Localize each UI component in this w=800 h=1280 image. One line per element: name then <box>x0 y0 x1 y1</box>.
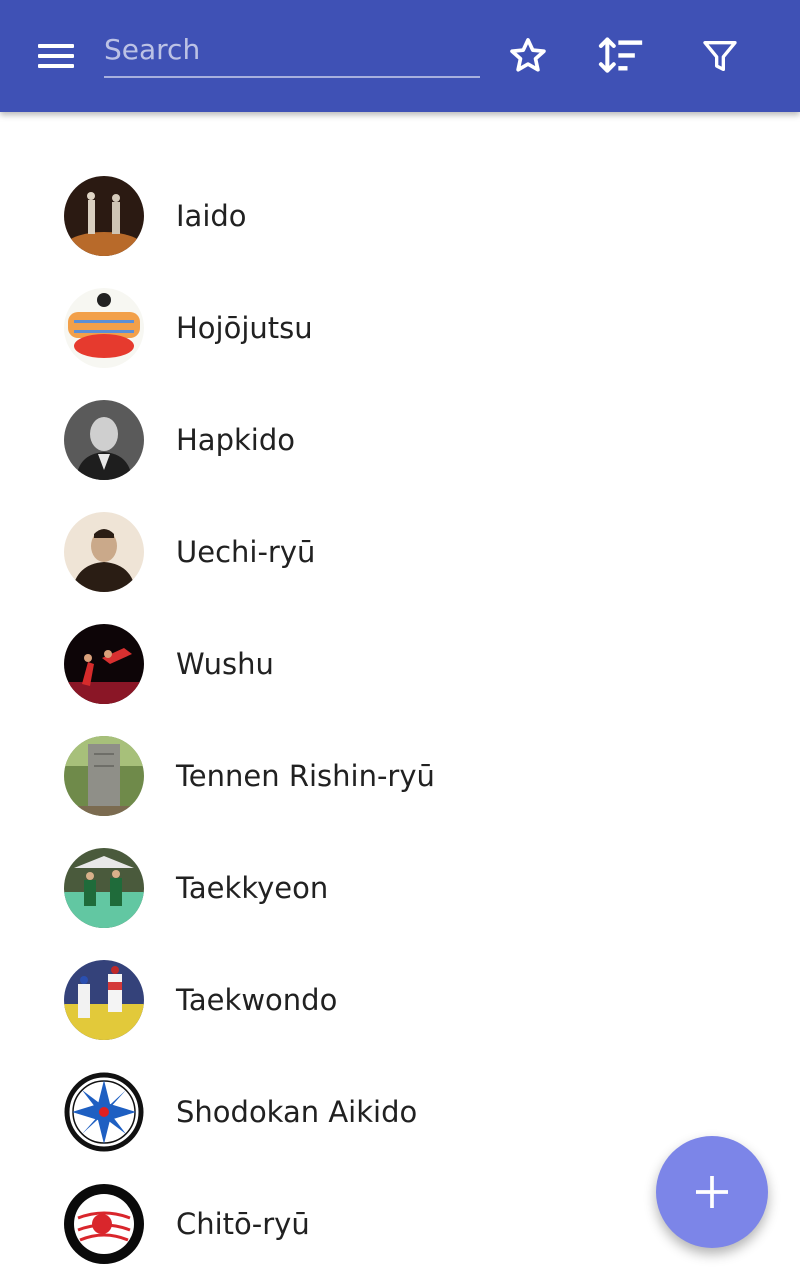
list-item-label: Iaido <box>176 199 247 233</box>
list-item[interactable]: Uechi-ryū <box>0 496 800 608</box>
list-item-label: Hojōjutsu <box>176 311 313 345</box>
avatar <box>64 960 144 1040</box>
list-item-label: Uechi-ryū <box>176 535 316 569</box>
list-item[interactable]: Taekwondo <box>0 944 800 1056</box>
filter-button[interactable] <box>692 28 748 84</box>
sort-button[interactable] <box>594 28 650 84</box>
avatar <box>64 1072 144 1152</box>
plus-icon <box>695 1175 729 1209</box>
add-button[interactable] <box>656 1136 768 1248</box>
list-item[interactable]: Taekkyeon <box>0 832 800 944</box>
list-item[interactable]: Hojōjutsu <box>0 272 800 384</box>
list-item-label: Tennen Rishin-ryū <box>176 759 435 793</box>
list-item[interactable]: Hapkido <box>0 384 800 496</box>
app-screen: Iaido Hojōjutsu <box>0 0 800 1280</box>
avatar <box>64 512 144 592</box>
search-field <box>104 22 480 82</box>
favorites-button[interactable] <box>500 28 556 84</box>
list-item-label: Chitō-ryū <box>176 1207 310 1241</box>
app-bar <box>0 0 800 112</box>
avatar <box>64 176 144 256</box>
filter-icon <box>703 41 737 72</box>
avatar <box>64 1184 144 1264</box>
avatar <box>64 736 144 816</box>
sort-icon <box>598 37 643 73</box>
list-item[interactable]: Tennen Rishin-ryū <box>0 720 800 832</box>
avatar <box>64 624 144 704</box>
avatar <box>64 288 144 368</box>
avatar <box>64 400 144 480</box>
menu-button[interactable] <box>30 36 82 76</box>
list-item-label: Hapkido <box>176 423 295 457</box>
star-outline-icon <box>510 38 546 72</box>
list-item-label: Shodokan Aikido <box>176 1095 418 1129</box>
menu-icon <box>38 44 74 48</box>
list-item-label: Wushu <box>176 647 274 681</box>
search-input[interactable] <box>104 22 480 78</box>
list-item-label: Taekkyeon <box>176 871 329 905</box>
menu-icon-bar-middle <box>38 54 74 58</box>
menu-icon-bar-bottom <box>38 64 74 68</box>
avatar <box>64 848 144 928</box>
list-item[interactable]: Wushu <box>0 608 800 720</box>
martial-arts-list: Iaido Hojōjutsu Hapkido Uechi-ryū Wushu … <box>0 160 800 1280</box>
list-item[interactable]: Iaido <box>0 160 800 272</box>
list-item-label: Taekwondo <box>176 983 338 1017</box>
